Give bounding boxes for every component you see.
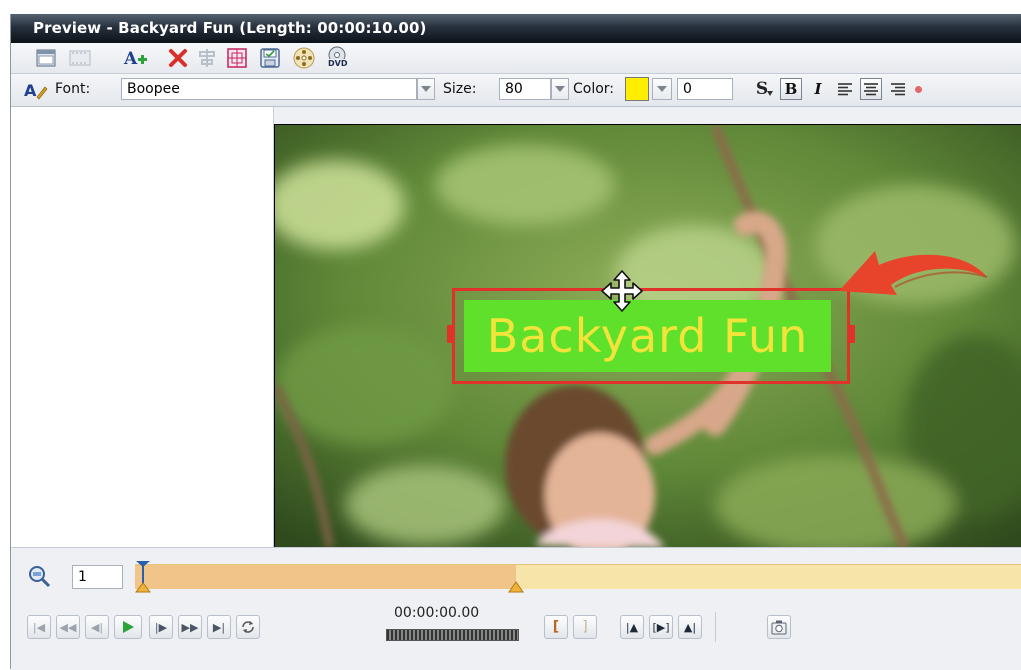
resize-handle-right[interactable] [849, 325, 855, 343]
align-left-button[interactable] [834, 78, 856, 100]
shadow-icon: S [755, 79, 769, 99]
jog-shuttle-bar[interactable] [386, 629, 519, 641]
disc-menu-icon[interactable] [292, 46, 316, 70]
caption-text[interactable]: Backyard Fun [464, 300, 831, 372]
safe-area-icon[interactable] [225, 46, 249, 70]
delete-icon[interactable] [166, 46, 190, 70]
start-marker-icon[interactable] [134, 561, 152, 593]
annotation-arrow-icon [835, 245, 995, 315]
zoom-icon[interactable] [27, 564, 51, 588]
divider [715, 612, 716, 642]
mark-out-button[interactable]: ] [573, 615, 597, 639]
filmstrip-icon[interactable] [68, 46, 92, 70]
opacity-field[interactable]: 0 [677, 78, 733, 100]
mark-in-button[interactable]: [ [544, 615, 568, 639]
fast-forward-icon: ▶▶ [181, 620, 199, 634]
window-title: Preview - Backyard Fun (Length: 00:00:10… [11, 14, 1021, 43]
mark-in-icon: [ [552, 619, 560, 635]
go-to-out-button[interactable]: ▲| [678, 615, 702, 639]
font-label: Font: [55, 81, 91, 97]
play-icon [123, 621, 134, 633]
align-right-icon [891, 83, 905, 96]
go-to-start-button[interactable]: |◀ [27, 615, 51, 639]
color-swatch[interactable] [625, 77, 649, 101]
next-frame-icon: |▶ [154, 620, 168, 634]
align-right-button[interactable] [887, 78, 909, 100]
go-to-end-icon: ▶| [212, 620, 226, 634]
add-text-icon[interactable]: A [123, 46, 147, 70]
go-to-end-button[interactable]: ▶| [207, 615, 231, 639]
text-format-toolbar: A Font: Boopee Size: 80 Color: 0 S B I [11, 74, 1021, 107]
play-button[interactable] [114, 615, 142, 639]
view-icon[interactable] [34, 46, 58, 70]
svg-text:A: A [24, 81, 37, 100]
rewind-button[interactable]: ◀◀ [56, 615, 80, 639]
align-center-button[interactable] [860, 78, 882, 100]
more-options-icon[interactable] [915, 86, 922, 93]
shadow-button[interactable]: S [751, 78, 773, 100]
play-range-icon: [▶] [652, 620, 670, 634]
save-icon[interactable] [258, 46, 282, 70]
track-list-panel [11, 107, 274, 547]
timeline-track[interactable] [134, 561, 1021, 593]
rewind-icon: ◀◀ [59, 620, 77, 634]
align-left-icon [838, 83, 852, 96]
font-select[interactable]: Boopee [121, 78, 417, 100]
bold-button[interactable]: B [780, 78, 802, 100]
dvd-label: DVD [327, 59, 349, 68]
move-cursor-icon [600, 269, 644, 313]
preview-window: Preview - Backyard Fun (Length: 00:00:10… [10, 14, 1021, 670]
size-select[interactable]: 80 [499, 78, 551, 100]
timeline-selection-range [135, 565, 517, 589]
align-icon[interactable] [195, 46, 219, 70]
size-dropdown-button[interactable] [551, 78, 569, 100]
loop-icon [242, 621, 254, 633]
main-toolbar: A DVD [11, 43, 1021, 74]
loop-button[interactable] [236, 615, 260, 639]
svg-text:A: A [123, 49, 138, 68]
go-to-in-icon: |▲ [625, 620, 639, 634]
color-dropdown-button[interactable] [652, 78, 672, 100]
font-dropdown-button[interactable] [417, 78, 435, 100]
align-center-icon [864, 83, 878, 96]
italic-icon: I [814, 80, 822, 98]
dvd-icon[interactable]: DVD [325, 46, 349, 70]
timeline-panel: 1 |◀ ◀◀ ◀| |▶ ▶▶ ▶| 00:00:00.00 [ ] |▲ [… [11, 547, 1021, 670]
resize-handle-left[interactable] [447, 325, 453, 343]
play-range-button[interactable]: [▶] [649, 615, 673, 639]
go-to-start-icon: |◀ [32, 620, 46, 634]
zoom-field[interactable]: 1 [72, 565, 123, 589]
snapshot-button[interactable] [767, 615, 791, 639]
camera-icon [771, 620, 787, 635]
go-to-out-icon: ▲| [683, 620, 697, 634]
end-marker-icon[interactable] [508, 579, 525, 593]
size-label: Size: [443, 81, 477, 97]
color-label: Color: [573, 81, 615, 97]
video-preview[interactable]: Backyard Fun [274, 124, 1021, 548]
mark-out-icon: ] [582, 619, 588, 635]
next-frame-button[interactable]: |▶ [149, 615, 173, 639]
text-style-icon: A [24, 79, 48, 101]
previous-frame-icon: ◀| [90, 620, 104, 634]
timecode-display: 00:00:00.00 [394, 605, 480, 621]
go-to-in-button[interactable]: |▲ [620, 615, 644, 639]
fast-forward-button[interactable]: ▶▶ [178, 615, 202, 639]
bold-icon: B [784, 80, 798, 98]
previous-frame-button[interactable]: ◀| [85, 615, 109, 639]
italic-button[interactable]: I [807, 78, 829, 100]
